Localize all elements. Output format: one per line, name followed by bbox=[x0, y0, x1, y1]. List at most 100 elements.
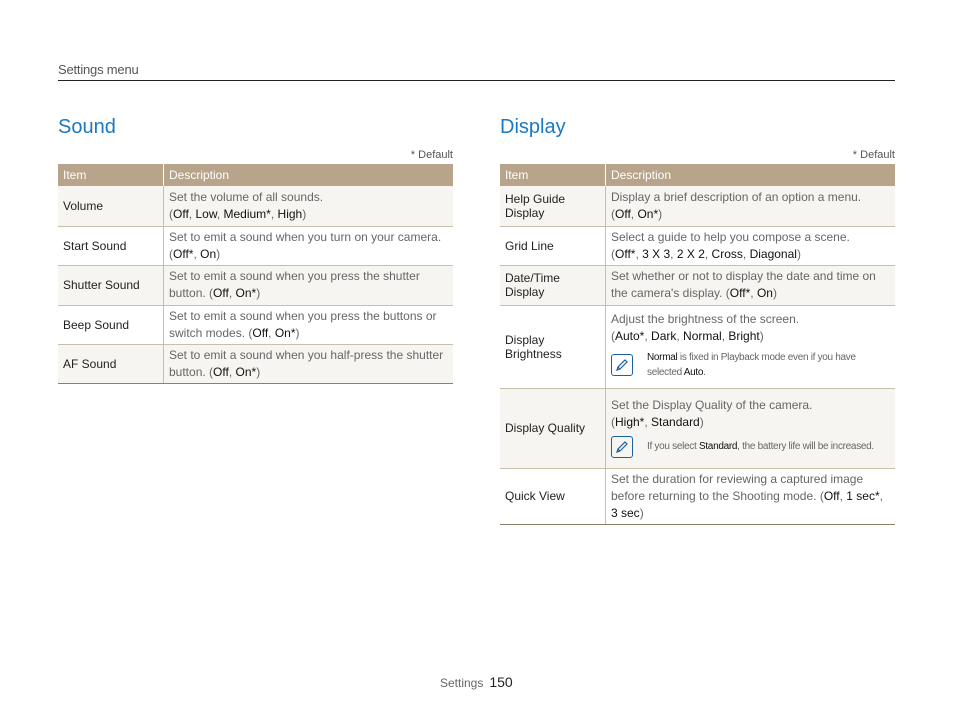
page-footer: Settings 150 bbox=[440, 674, 513, 690]
option: Off bbox=[252, 325, 269, 340]
table-row: AF Sound Set to emit a sound when you ha… bbox=[58, 344, 453, 384]
item-cell: Grid Line bbox=[500, 226, 606, 266]
description-cell: Set to emit a sound when you half-press … bbox=[163, 344, 453, 384]
option: On* bbox=[637, 206, 659, 221]
option: 3 sec bbox=[611, 505, 640, 520]
column-header-item: Item bbox=[500, 164, 606, 186]
option: On bbox=[756, 286, 773, 300]
option: On* bbox=[235, 286, 257, 300]
note-emphasis: Auto bbox=[683, 367, 704, 378]
option: Off bbox=[823, 488, 840, 503]
table-row: Quick View Set the duration for reviewin… bbox=[500, 468, 895, 525]
description-cell: Display a brief description of an option… bbox=[605, 186, 895, 227]
table-row: Shutter Sound Set to emit a sound when y… bbox=[58, 265, 453, 306]
option: Diagonal bbox=[749, 246, 797, 261]
description-cell: Set whether or not to display the date a… bbox=[605, 265, 895, 306]
table-row: Grid Line Select a guide to help you com… bbox=[500, 226, 895, 266]
item-cell: Shutter Sound bbox=[58, 265, 164, 306]
item-cell: Quick View bbox=[500, 468, 606, 525]
note-text: If you select Standard, the battery life… bbox=[647, 439, 874, 454]
option: 3 X 3 bbox=[642, 246, 671, 261]
option: Standard bbox=[651, 414, 700, 429]
option: Off bbox=[213, 364, 229, 379]
description-text: Set the volume of all sounds. bbox=[169, 189, 324, 204]
note-fragment: is fixed in Playback mode even if you ha… bbox=[647, 352, 856, 378]
sound-default-note: * Default bbox=[410, 149, 453, 161]
description-cell: Adjust the brightness of the screen. (Aut… bbox=[605, 305, 895, 389]
note-fragment: . bbox=[703, 367, 706, 378]
display-default-note: * Default bbox=[852, 149, 895, 161]
note-pencil-icon bbox=[611, 435, 633, 458]
option: Off* bbox=[173, 246, 194, 261]
option: On* bbox=[235, 364, 257, 379]
description-text: Set the Display Quality of the camera. bbox=[611, 397, 813, 412]
display-table: Item Description Help Guide Display Disp… bbox=[500, 164, 895, 525]
table-row: Volume Set the volume of all sounds. (Off… bbox=[58, 186, 453, 227]
item-cell: Date/Time Display bbox=[500, 265, 606, 306]
description-cell: Set to emit a sound when you press the b… bbox=[163, 305, 453, 345]
note: If you select Standard, the battery life… bbox=[611, 435, 890, 458]
option: On bbox=[200, 246, 217, 261]
note: Normal is fixed in Playback mode even if… bbox=[611, 350, 890, 380]
option: Off bbox=[173, 206, 189, 221]
option: Dark bbox=[651, 329, 677, 343]
option: Off* bbox=[729, 286, 751, 300]
description-cell: Set the duration for reviewing a capture… bbox=[605, 468, 895, 525]
note-fragment: If you select bbox=[647, 441, 699, 452]
sound-title: Sound bbox=[58, 116, 116, 138]
table-row: Beep Sound Set to emit a sound when you … bbox=[58, 305, 453, 345]
option: Off bbox=[615, 206, 631, 221]
item-cell: Volume bbox=[58, 186, 164, 227]
option: Low bbox=[195, 206, 217, 221]
item-cell: Display Quality bbox=[500, 388, 606, 469]
sound-section: Sound * Default Item Description Volume … bbox=[58, 114, 453, 384]
table-row: Help Guide Display Display a brief descr… bbox=[500, 186, 895, 227]
description-cell: Select a guide to help you compose a sce… bbox=[605, 226, 895, 266]
option: Off bbox=[213, 286, 229, 300]
description-text: Set to emit a sound when you press the b… bbox=[169, 308, 437, 340]
note-text: Normal is fixed in Playback mode even if… bbox=[647, 350, 890, 380]
option: High* bbox=[615, 414, 645, 429]
note-emphasis: Normal bbox=[647, 352, 678, 363]
page-header: Settings menu bbox=[58, 62, 895, 81]
table-row: Display Quality Set the Display Quality … bbox=[500, 388, 895, 469]
page-number: 150 bbox=[489, 674, 513, 690]
description-text: Set to emit a sound when you press the s… bbox=[169, 269, 420, 300]
option: 2 X 2 bbox=[676, 246, 705, 261]
item-cell: Start Sound bbox=[58, 226, 164, 266]
option: Off* bbox=[615, 246, 636, 261]
description-cell: Set the volume of all sounds. (Off, Low, … bbox=[163, 186, 453, 227]
item-cell: Beep Sound bbox=[58, 305, 164, 345]
description-text: Adjust the brightness of the screen. bbox=[611, 312, 800, 326]
table-row: Start Sound Set to emit a sound when you… bbox=[58, 226, 453, 266]
note-fragment: , the battery life will be increased. bbox=[737, 441, 874, 452]
item-cell: Help Guide Display bbox=[500, 186, 606, 227]
display-section: Display * Default Item Description Help … bbox=[500, 114, 895, 525]
option: On* bbox=[274, 325, 296, 340]
option: High bbox=[277, 206, 303, 221]
option: Auto* bbox=[615, 329, 645, 343]
description-text: Select a guide to help you compose a sce… bbox=[611, 229, 850, 244]
column-header-description: Description bbox=[163, 164, 453, 186]
description-cell: Set to emit a sound when you press the s… bbox=[163, 265, 453, 306]
item-cell: AF Sound bbox=[58, 344, 164, 384]
description-text: Display a brief description of an option… bbox=[611, 189, 862, 204]
description-cell: Set to emit a sound when you turn on you… bbox=[163, 226, 453, 266]
column-header-item: Item bbox=[58, 164, 164, 186]
column-header-description: Description bbox=[605, 164, 895, 186]
table-row: Display Brightness Adjust the brightness… bbox=[500, 305, 895, 389]
description-text: Set to emit a sound when you turn on you… bbox=[169, 229, 442, 244]
option: Normal bbox=[683, 329, 722, 343]
option: Cross bbox=[711, 246, 743, 261]
sound-table: Item Description Volume Set the volume o… bbox=[58, 164, 453, 384]
item-cell: Display Brightness bbox=[500, 305, 606, 389]
description-cell: Set the Display Quality of the camera. (H… bbox=[605, 388, 895, 469]
option: 1 sec* bbox=[846, 488, 880, 503]
note-emphasis: Standard bbox=[698, 441, 738, 452]
display-title: Display bbox=[500, 116, 566, 138]
footer-label: Settings bbox=[440, 676, 484, 690]
option: Bright bbox=[728, 329, 760, 343]
table-row: Date/Time Display Set whether or not to … bbox=[500, 265, 895, 306]
header-title: Settings menu bbox=[58, 62, 139, 77]
option: Medium* bbox=[223, 206, 271, 221]
